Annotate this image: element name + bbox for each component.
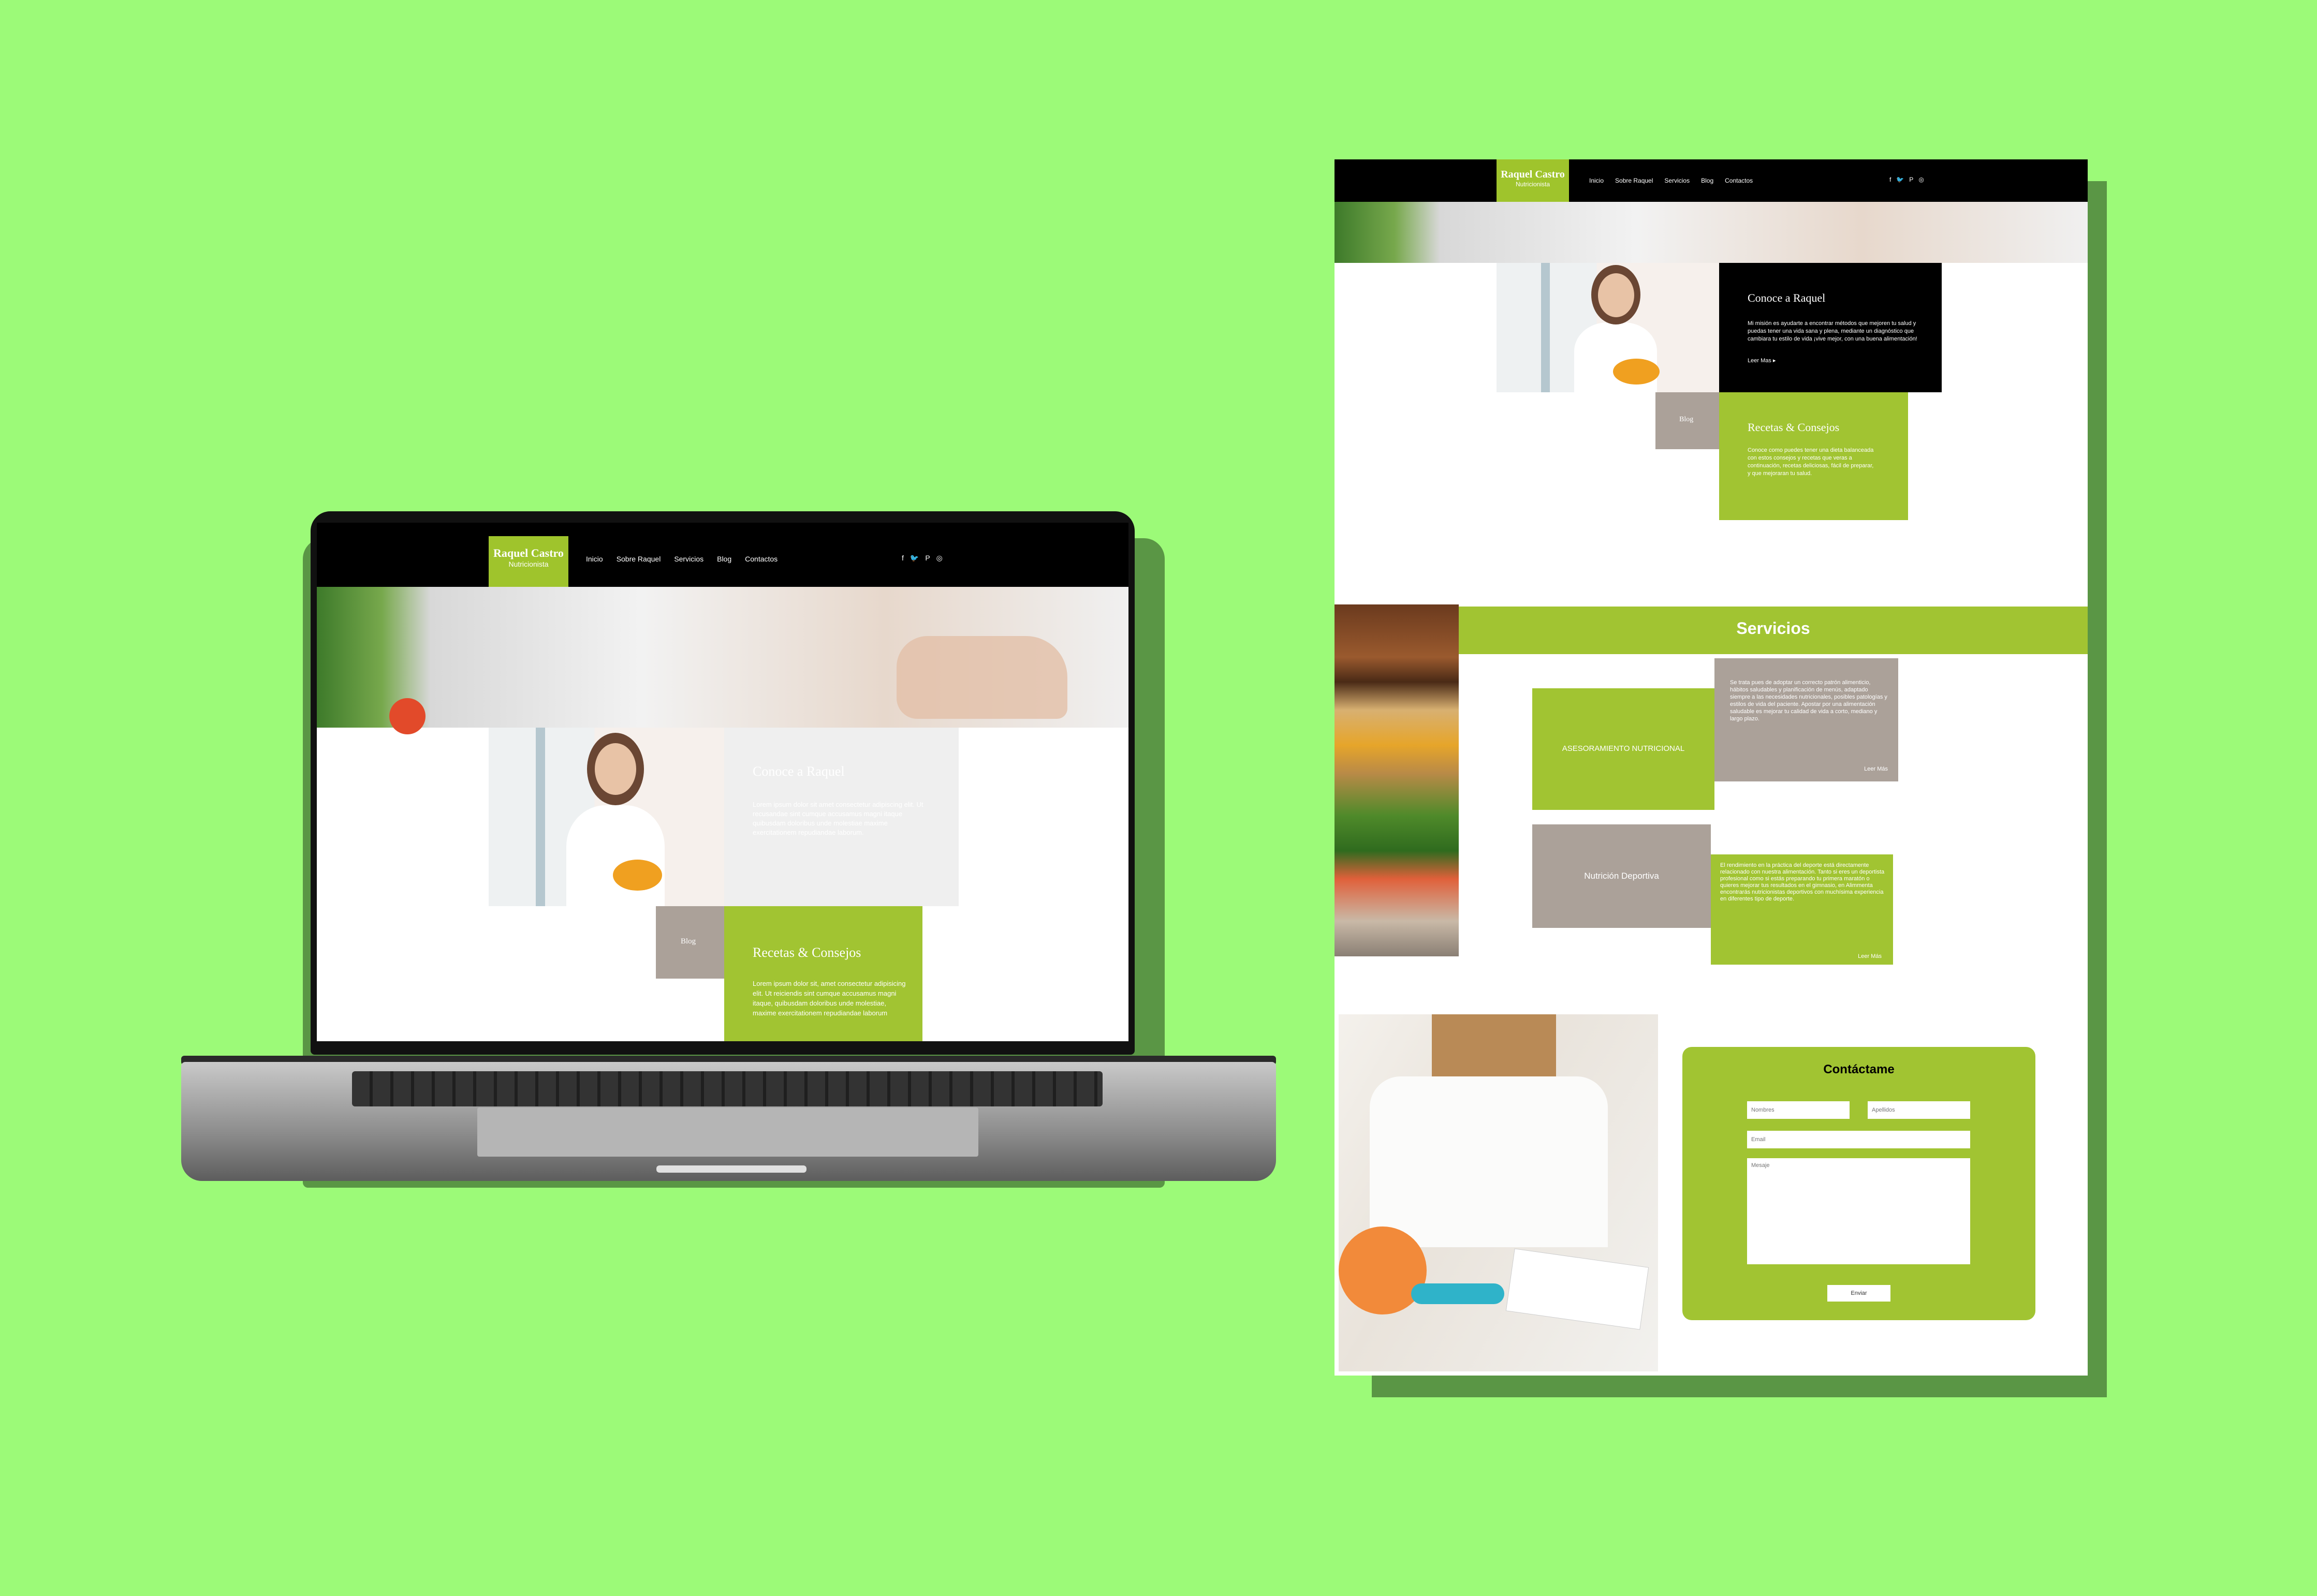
nav-inicio[interactable]: Inicio	[1589, 177, 1604, 184]
twitter-icon[interactable]: 🐦	[910, 554, 919, 563]
page-navbar: Raquel Castro Nutricionista Inicio Sobre…	[1335, 159, 2088, 202]
laptop-recipes-card: Recetas & Consejos Lorem ipsum dolor sit…	[724, 906, 922, 1041]
full-page-preview: Raquel Castro Nutricionista Inicio Sobre…	[1335, 159, 2088, 1376]
laptop-nutritionist-photo	[489, 728, 724, 909]
page-nutritionist-photo	[1497, 263, 1719, 395]
about-text: Mi misión es ayudarte a encontrar método…	[1748, 320, 1917, 342]
fruit-shape	[613, 860, 662, 891]
contact-title: Contáctame	[1823, 1062, 1895, 1076]
about-read-more-link[interactable]: Leer Mas ▸	[1748, 357, 1776, 364]
nav-blog[interactable]: Blog	[717, 555, 731, 563]
twitter-icon[interactable]: 🐦	[1896, 176, 1904, 183]
page-recipes-card: Recetas & Consejos Conoce como puedes te…	[1719, 392, 1908, 520]
services-title: Servicios	[1736, 619, 1810, 638]
nav-sobre-raquel[interactable]: Sobre Raquel	[1615, 177, 1653, 184]
laptop-trackpad	[477, 1107, 978, 1157]
services-food-photo	[1335, 604, 1459, 956]
grapefruit-shape	[1339, 1226, 1427, 1314]
recipes-text: Conoce como puedes tener una dieta balan…	[1748, 447, 1874, 477]
recipes-text: Lorem ipsum dolor sit, amet consectetur …	[753, 980, 906, 1017]
facebook-icon[interactable]: f	[902, 554, 904, 563]
laptop-notch	[656, 1165, 806, 1173]
email-field[interactable]	[1747, 1131, 1970, 1148]
surname-field[interactable]	[1868, 1101, 1970, 1119]
page-hero-image	[1335, 202, 2088, 263]
about-title: Conoce a Raquel	[753, 764, 845, 779]
paper-shape	[1505, 1248, 1649, 1330]
service-deportiva-card: El rendimiento en la práctica del deport…	[1711, 854, 1893, 965]
laptop-hero-image	[317, 587, 1128, 734]
about-text: Lorem ipsum dolor sit amet consectetur a…	[753, 801, 923, 836]
brand-name: Raquel Castro	[1501, 169, 1565, 180]
service-deportiva-text: El rendimiento en la práctica del deport…	[1720, 862, 1885, 902]
coat-shape	[566, 805, 665, 909]
service-deportiva-label: Nutrición Deportiva	[1584, 871, 1659, 881]
nav-blog[interactable]: Blog	[1701, 177, 1713, 184]
service-nutricional-read-more[interactable]: Leer Más	[1864, 766, 1888, 772]
submit-button[interactable]: Enviar	[1827, 1285, 1890, 1302]
nav-contactos[interactable]: Contactos	[1725, 177, 1753, 184]
page-nav-links: Inicio Sobre Raquel Servicios Blog Conta…	[1589, 177, 1753, 184]
service-deportiva-read-more[interactable]: Leer Más	[1858, 953, 1882, 959]
brand-name: Raquel Castro	[493, 546, 564, 559]
page-social: f 🐦 P ◎	[1889, 176, 1924, 183]
instagram-icon[interactable]: ◎	[936, 554, 943, 563]
nav-inicio[interactable]: Inicio	[586, 555, 603, 563]
nav-contactos[interactable]: Contactos	[745, 555, 778, 563]
about-title: Conoce a Raquel	[1748, 291, 1826, 304]
coat-shape	[1574, 322, 1657, 395]
recipes-title: Recetas & Consejos	[1748, 421, 1840, 434]
recipes-title: Recetas & Consejos	[753, 945, 861, 960]
service-nutricional-card: Se trata pues de adoptar un correcto pat…	[1714, 658, 1898, 781]
laptop-screen: Raquel Castro Nutricionista Inicio Sobre…	[317, 523, 1128, 1041]
contact-form: Contáctame Enviar	[1682, 1047, 2035, 1320]
page-about-card: Conoce a Raquel Mi misión es ayudarte a …	[1719, 263, 1942, 392]
nav-servicios[interactable]: Servicios	[674, 555, 703, 563]
blog-label: Blog	[681, 937, 696, 945]
laptop-brand[interactable]: Raquel Castro Nutricionista	[489, 536, 568, 587]
page-brand[interactable]: Raquel Castro Nutricionista	[1497, 159, 1569, 202]
face-shape	[1598, 273, 1634, 317]
laptop-about-card: Conoce a Raquel Lorem ipsum dolor sit am…	[724, 728, 959, 906]
service-nutricional-tile[interactable]: ASESORAMIENTO NUTRICIONAL	[1532, 688, 1714, 810]
services-header-bar: Servicios	[1459, 607, 2088, 654]
laptop-nav-links: Inicio Sobre Raquel Servicios Blog Conta…	[586, 555, 778, 563]
service-deportiva-tile[interactable]: Nutrición Deportiva	[1532, 824, 1711, 928]
tape-shape	[1411, 1283, 1504, 1304]
service-nutricional-label: ASESORAMIENTO NUTRICIONAL	[1562, 744, 1685, 753]
page-blog-tile[interactable]: Blog	[1655, 392, 1719, 449]
brand-tagline: Nutricionista	[1515, 181, 1550, 188]
nav-sobre-raquel[interactable]: Sobre Raquel	[617, 555, 661, 563]
contact-photo	[1339, 1014, 1658, 1371]
laptop-navbar: Raquel Castro Nutricionista Inicio Sobre…	[317, 523, 1128, 587]
tomato-shape	[389, 698, 426, 734]
instagram-icon[interactable]: ◎	[1918, 176, 1924, 183]
brand-tagline: Nutricionista	[508, 560, 549, 568]
message-field[interactable]	[1747, 1158, 1970, 1264]
nav-servicios[interactable]: Servicios	[1664, 177, 1690, 184]
service-nutricional-text: Se trata pues de adoptar un correcto pat…	[1730, 679, 1887, 722]
pinterest-icon[interactable]: P	[925, 554, 930, 563]
facebook-icon[interactable]: f	[1889, 176, 1891, 183]
coat-shape	[1370, 1076, 1608, 1247]
face-shape	[595, 743, 636, 795]
laptop-keyboard	[352, 1071, 1103, 1106]
pinterest-icon[interactable]: P	[1909, 176, 1913, 183]
blog-label: Blog	[1679, 416, 1694, 423]
name-field[interactable]	[1747, 1101, 1850, 1119]
laptop-blog-tile[interactable]: Blog	[656, 906, 724, 979]
fruit-shape	[1613, 359, 1660, 385]
hand-shape	[897, 636, 1067, 719]
laptop-social: f 🐦 P ◎	[902, 554, 943, 563]
